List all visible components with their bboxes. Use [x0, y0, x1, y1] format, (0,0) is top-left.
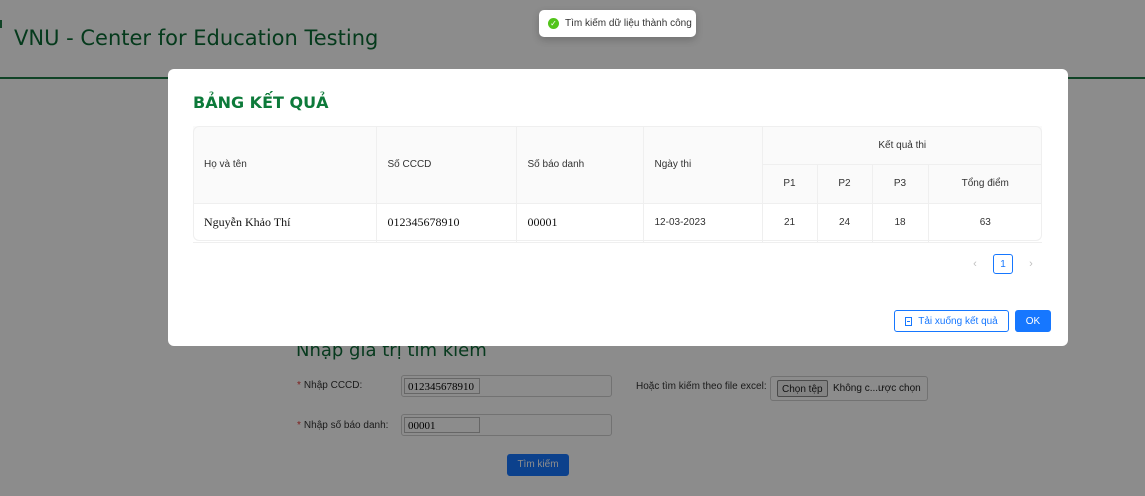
- download-results-button[interactable]: Tải xuống kết quả: [894, 310, 1009, 332]
- column-header-result-group: Kết quả thi: [762, 126, 1042, 165]
- column-header-total: Tổng điểm: [928, 164, 1042, 204]
- cell-date: 12-03-2023: [643, 203, 763, 243]
- column-header-p3: P3: [872, 164, 929, 204]
- toast-message: Tìm kiếm dữ liệu thành công: [565, 18, 692, 29]
- results-modal: BẢNG KẾT QUẢ Họ và tên Số CCCD Số báo da…: [168, 69, 1068, 346]
- cell-p1: 21: [762, 203, 818, 243]
- column-header-date: Ngày thi: [643, 126, 763, 204]
- results-table: Họ và tên Số CCCD Số báo danh Ngày thi K…: [193, 126, 1042, 243]
- page-button-1[interactable]: 1: [993, 254, 1013, 274]
- cell-cccd: 012345678910: [376, 203, 517, 243]
- download-label: Tải xuống kết quả: [918, 315, 998, 327]
- success-toast: ✓ Tìm kiếm dữ liệu thành công: [539, 10, 696, 37]
- cell-total: 63: [928, 203, 1042, 243]
- column-header-p2: P2: [817, 164, 873, 204]
- file-icon: [905, 316, 913, 326]
- column-header-cccd: Số CCCD: [376, 126, 517, 204]
- pagination: ‹ 1 ›: [968, 254, 1038, 274]
- cell-p3: 18: [872, 203, 929, 243]
- column-header-name: Họ và tên: [193, 126, 377, 204]
- table-row: Nguyễn Khảo Thí 012345678910 00001 12-03…: [193, 203, 1042, 243]
- modal-title: BẢNG KẾT QUẢ: [193, 93, 329, 112]
- cell-sbd: 00001: [516, 203, 644, 243]
- ok-button[interactable]: OK: [1015, 310, 1051, 332]
- cell-p2: 24: [817, 203, 873, 243]
- chevron-right-icon[interactable]: ›: [1024, 258, 1038, 270]
- cell-name: Nguyễn Khảo Thí: [193, 203, 377, 243]
- chevron-left-icon[interactable]: ‹: [968, 258, 982, 270]
- column-header-p1: P1: [762, 164, 818, 204]
- column-header-sbd: Số báo danh: [516, 126, 644, 204]
- check-circle-icon: ✓: [548, 18, 559, 29]
